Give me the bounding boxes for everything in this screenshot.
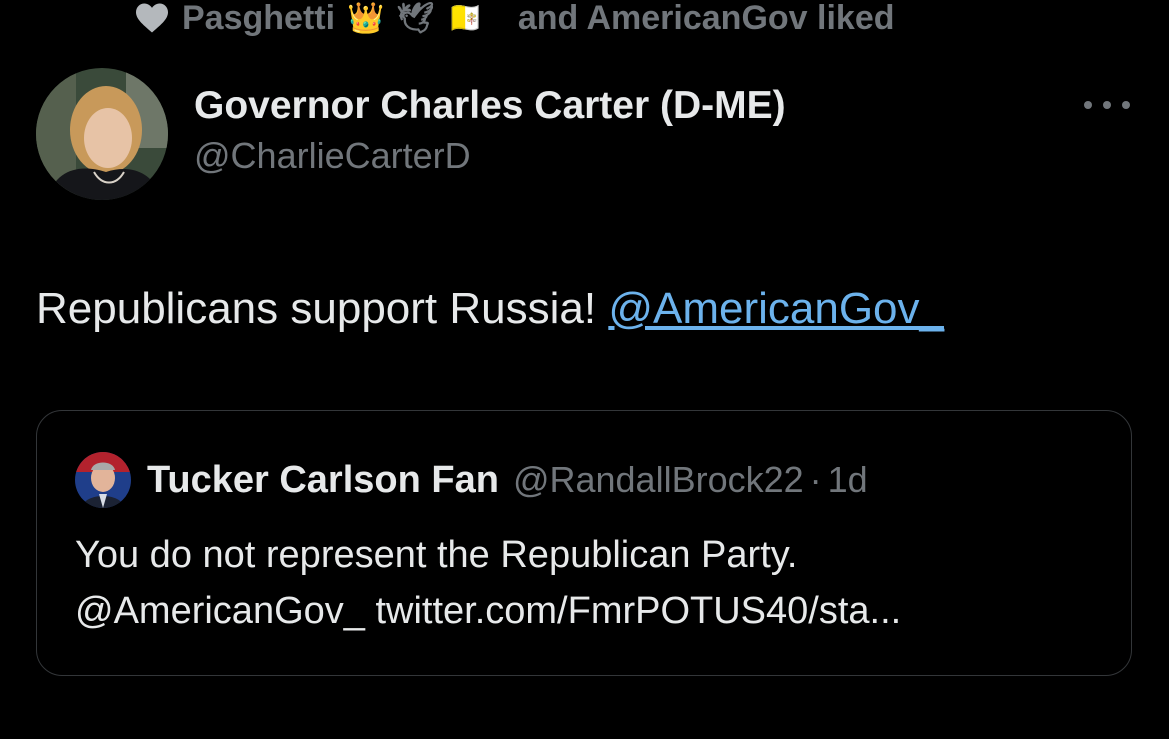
dove-emoji: 🕊	[396, 1, 435, 35]
more-options-icon[interactable]	[1084, 95, 1130, 115]
separator-dot: ·	[809, 459, 822, 500]
liked-by-user[interactable]: Pasghetti	[182, 0, 335, 38]
tweet-author[interactable]: Governor Charles Carter (D-ME) @CharlieC…	[194, 82, 786, 178]
author-name[interactable]: Governor Charles Carter (D-ME)	[194, 82, 786, 130]
tweet-body: Republicans support Russia!	[36, 284, 609, 333]
quoted-author-handle[interactable]: @RandallBrock22	[513, 459, 804, 501]
tweet-text: Republicans support Russia! @AmericanGov…	[36, 280, 944, 338]
vatican-flag-emoji: 🇻🇦	[446, 1, 484, 35]
heart-icon	[134, 1, 172, 35]
quoted-tweet-header: Tucker Carlson Fan @RandallBrock22 · 1d	[75, 452, 868, 508]
quoted-line-2: @AmericanGov_ twitter.com/FmrPOTUS40/sta…	[75, 590, 902, 632]
author-avatar[interactable]	[36, 68, 168, 200]
quoted-tweet-card[interactable]: Tucker Carlson Fan @RandallBrock22 · 1d …	[36, 410, 1132, 676]
quoted-author-name[interactable]: Tucker Carlson Fan	[147, 459, 499, 502]
author-handle[interactable]: @CharlieCarterD	[194, 134, 786, 178]
quoted-line-1: You do not represent the Republican Part…	[75, 534, 798, 576]
social-context[interactable]: Pasghetti 👑 🕊 🇻🇦 and AmericanGov liked	[134, 0, 895, 38]
mention-link[interactable]: @AmericanGov_	[608, 284, 944, 333]
quoted-tweet-text: You do not represent the Republican Part…	[75, 527, 1115, 639]
crown-emoji: 👑	[347, 1, 385, 35]
liked-suffix: and AmericanGov liked	[517, 0, 895, 37]
quoted-timestamp[interactable]: 1d	[828, 459, 868, 501]
quoted-author-avatar[interactable]	[75, 452, 131, 508]
